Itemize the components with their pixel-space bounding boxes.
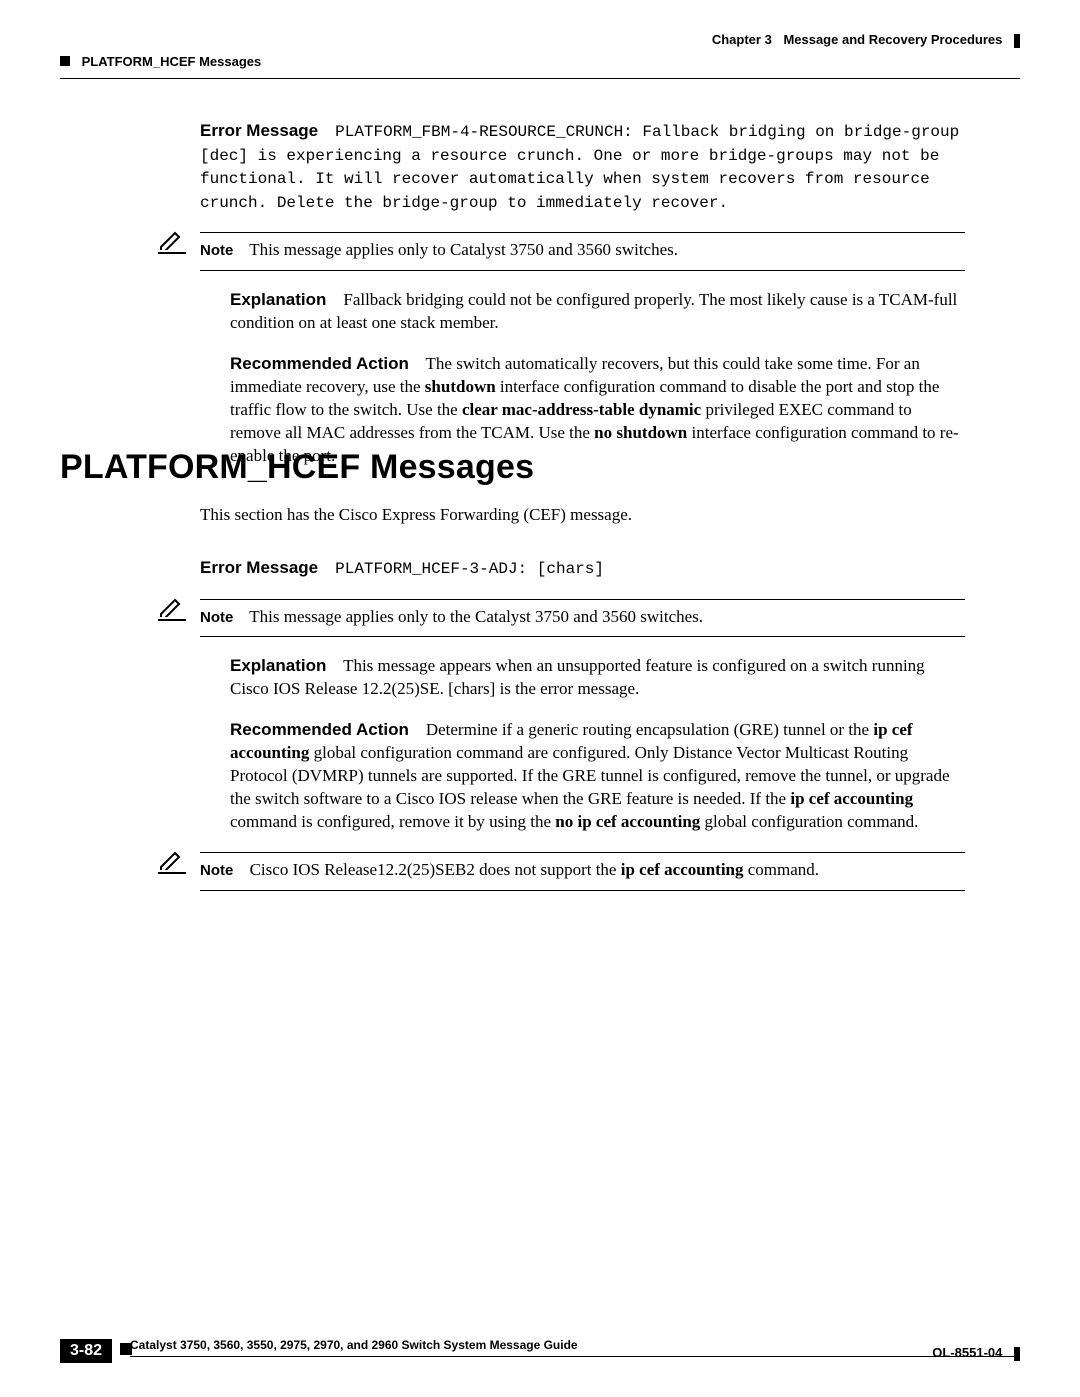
note-text: This message applies only to Catalyst 37… (249, 240, 678, 259)
doc-id-text: OL-8551-04 (932, 1345, 1002, 1360)
explanation-text: Fallback bridging could not be configure… (230, 290, 957, 332)
note-text-3-bold: ip cef accounting (621, 860, 744, 879)
error-label-2: Error Message (200, 558, 318, 577)
page-footer: Catalyst 3750, 3560, 3550, 2975, 2970, a… (60, 1338, 1020, 1357)
content-block-2: This section has the Cisco Express Forwa… (200, 504, 965, 909)
header-rule (60, 78, 1020, 79)
note-text-3-pre: Cisco IOS Release12.2(25)SEB2 does not s… (250, 860, 621, 879)
footer-square-icon (120, 1343, 132, 1355)
header-square-icon (60, 56, 70, 66)
header-right: Chapter 3 Message and Recovery Procedure… (712, 32, 1020, 48)
note-row-3: Note Cisco IOS Release12.2(25)SEB2 does … (158, 852, 965, 891)
page-number: 3-82 (60, 1339, 112, 1363)
chapter-number: Chapter 3 (712, 32, 772, 47)
section-heading: PLATFORM_HCEF Messages (60, 448, 534, 487)
section-intro: This section has the Cisco Express Forwa… (200, 504, 965, 527)
header-bar-icon (1014, 34, 1020, 48)
action-bold-2: clear mac-address-table dynamic (462, 400, 701, 419)
action-text-mid2b: command is configured, remove it by usin… (230, 812, 555, 831)
pencil-icon (158, 230, 186, 254)
footer-doc-title: Catalyst 3750, 3560, 3550, 2975, 2970, a… (130, 1338, 1020, 1352)
note-label-3: Note (200, 862, 233, 879)
action-label: Recommended Action (230, 354, 409, 373)
content-block-1: Error Message PLATFORM_FBM-4-RESOURCE_CR… (200, 120, 965, 486)
note-body-2: Note This message applies only to the Ca… (200, 599, 965, 638)
header-left: PLATFORM_HCEF Messages (60, 54, 261, 69)
explanation-block-2: Explanation This message appears when an… (230, 655, 965, 701)
action-bold-2b: ip cef accounting (790, 789, 913, 808)
explanation-block: Explanation Fallback bridging could not … (230, 289, 965, 335)
chapter-title: Message and Recovery Procedures (783, 32, 1002, 47)
action-text-pre-2: Determine if a generic routing encapsula… (426, 720, 874, 739)
explanation-label: Explanation (230, 290, 326, 309)
header-section: PLATFORM_HCEF Messages (82, 54, 262, 69)
pencil-icon (158, 850, 186, 874)
document-id: OL-8551-04 (932, 1345, 1020, 1361)
note-body-3: Note Cisco IOS Release12.2(25)SEB2 does … (200, 852, 965, 891)
note-row: Note This message applies only to Cataly… (158, 232, 965, 271)
note-text-2: This message applies only to the Catalys… (249, 607, 703, 626)
doc-id-bar-icon (1014, 1347, 1020, 1361)
pencil-icon (158, 597, 186, 621)
note-label-2: Note (200, 609, 233, 626)
action-bold-3b: no ip cef accounting (555, 812, 700, 831)
document-page: Chapter 3 Message and Recovery Procedure… (0, 0, 1080, 1397)
note-row-2: Note This message applies only to the Ca… (158, 599, 965, 638)
action-text-post-2: global configuration command. (705, 812, 919, 831)
error-code-2: PLATFORM_HCEF-3-ADJ: [chars] (335, 560, 604, 578)
error-label: Error Message (200, 121, 318, 140)
note-label: Note (200, 242, 233, 259)
note-text-3-post: command. (748, 860, 819, 879)
error-message-block: Error Message PLATFORM_FBM-4-RESOURCE_CR… (200, 120, 965, 214)
explanation-label-2: Explanation (230, 656, 326, 675)
footer-rule (130, 1356, 1020, 1357)
note-body: Note This message applies only to Cataly… (200, 232, 965, 271)
action-label-2: Recommended Action (230, 720, 409, 739)
recommended-action-block-2: Recommended Action Determine if a generi… (230, 719, 965, 834)
action-bold-1: shutdown (425, 377, 496, 396)
error-message-block-2: Error Message PLATFORM_HCEF-3-ADJ: [char… (200, 557, 965, 581)
action-bold-3: no shutdown (594, 423, 687, 442)
